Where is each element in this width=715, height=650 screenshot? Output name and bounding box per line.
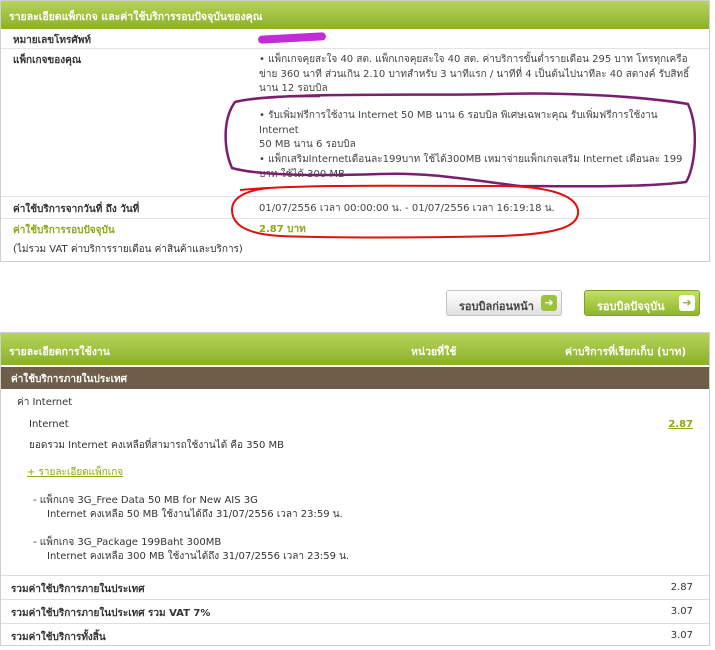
summary-label: รวมค่าใช้บริการทั้งสิ้น: [11, 632, 106, 643]
current-bill-button[interactable]: รอบบิลปัจจุบัน ➜: [584, 290, 700, 316]
internet-remaining-total: ยอดรวม Internet คงเหลือที่สามารถใช้งานได…: [29, 440, 284, 451]
summary-row: รวมค่าใช้บริการภายในประเทศ 2.87: [1, 575, 709, 599]
package-item-name: - แพ็กเกจ 3G_Free Data 50 MB for New AIS…: [33, 495, 258, 506]
promo-internet-300mb: แพ็กเสริมInternetเดือนละ199บาท ใช้ได้300…: [259, 153, 699, 182]
vat-note: (ไม่รวม VAT ค่าบริการรายเดือน ค่าสินค้าแ…: [13, 244, 243, 255]
arrow-right-icon: ➜: [541, 295, 557, 311]
summary-label: รวมค่าใช้บริการภายในประเทศ รวม VAT 7%: [11, 608, 211, 619]
summary-value: 3.07: [670, 606, 693, 617]
phone-row: หมายเลขโทรศัพท์: [1, 29, 709, 49]
header-charge: ค่าบริการที่เรียกเก็บ (บาท): [565, 346, 687, 358]
billing-period-row: ค่าใช้บริการจากวันที่ ถึง วันที่ 01/07/2…: [1, 197, 709, 219]
current-bill-label: รอบบิลปัจจุบัน: [597, 300, 665, 313]
internet-section-title: ค่า Internet: [17, 397, 73, 408]
promo-internet-50mb: รับเพิ่มฟรีการใช้งาน Internet 50 MB นาน …: [259, 109, 699, 153]
summary-row: รวมค่าใช้บริการภายในประเทศ รวม VAT 7% 3.…: [1, 599, 709, 623]
current-charge-row: ค่าใช้บริการรอบปัจจุบัน 2.87 บาท: [1, 219, 709, 239]
summary-value: 3.07: [670, 630, 693, 641]
package-summary-panel: รายละเอียดแพ็กเกจ และค่าใช้บริการรอบปัจจ…: [0, 0, 710, 262]
usage-table-header: รายละเอียดการใช้งาน หน่วยที่ใช้ ค่าบริกา…: [1, 333, 709, 365]
package-item-remaining: Internet คงเหลือ 300 MB ใช้งานได้ถึง 31/…: [47, 551, 350, 562]
package-panel-header: รายละเอียดแพ็กเกจ และค่าใช้บริการรอบปัจจ…: [1, 1, 709, 29]
internet-charge-link[interactable]: 2.87: [668, 419, 693, 430]
header-unit: หน่วยที่ใช้: [411, 346, 457, 358]
summary-row: รวมค่าใช้บริการทั้งสิ้น 3.07: [1, 623, 709, 645]
phone-label: หมายเลขโทรศัพท์: [13, 35, 91, 46]
package-detail-link[interactable]: + รายละเอียดแพ็กเกจ: [27, 465, 123, 480]
promo2-line-2: บาท ใช้ได้ 300 MB: [259, 168, 345, 180]
billing-period-label: ค่าใช้บริการจากวันที่ ถึง วันที่: [13, 204, 140, 215]
internet-item-label: Internet: [29, 419, 69, 430]
package-row: แพ็กเกจของคุณ แพ็กเกจคุยสะใจ 40 สต. แพ็ก…: [1, 49, 709, 197]
promo1-line-1: รับเพิ่มฟรีการใช้งาน Internet 50 MB นาน …: [259, 109, 699, 138]
package-description: แพ็กเกจคุยสะใจ 40 สต. แพ็กเกจคุยสะใจ 40 …: [259, 53, 699, 97]
header-detail: รายละเอียดการใช้งาน: [9, 346, 110, 358]
domestic-section-header: ค่าใช้บริการภายในประเทศ: [1, 367, 709, 389]
package-line-2: ข่าย 360 นาที ส่วนเกิน 2.10 บาทสำหรับ 3 …: [259, 68, 690, 80]
promo1-line-2: 50 MB นาน 6 รอบบิล: [259, 139, 356, 150]
package-item-name: - แพ็กเกจ 3G_Package 199Baht 300MB: [33, 537, 222, 548]
vat-note-row: (ไม่รวม VAT ค่าบริการรายเดือน ค่าสินค้าแ…: [1, 239, 709, 259]
arrow-right-icon: ➜: [679, 295, 695, 311]
current-charge-value: 2.87 บาท: [259, 224, 306, 235]
usage-detail-panel: รายละเอียดการใช้งาน หน่วยที่ใช้ ค่าบริกา…: [0, 332, 710, 646]
summary-label: รวมค่าใช้บริการภายในประเทศ: [11, 584, 145, 595]
promo2-line-1: แพ็กเสริมInternetเดือนละ199บาท ใช้ได้300…: [259, 153, 699, 168]
current-charge-label: ค่าใช้บริการรอบปัจจุบัน: [13, 225, 115, 236]
package-label: แพ็กเกจของคุณ: [13, 55, 82, 66]
package-line-3: นาน 12 รอบบิล: [259, 83, 328, 94]
billing-period-value: 01/07/2556 เวลา 00:00:00 น. - 01/07/2556…: [259, 203, 555, 214]
previous-bill-button[interactable]: รอบบิลก่อนหน้า ➜: [446, 290, 562, 316]
package-item-remaining: Internet คงเหลือ 50 MB ใช้งานได้ถึง 31/0…: [47, 509, 343, 520]
summary-value: 2.87: [670, 582, 693, 593]
previous-bill-label: รอบบิลก่อนหน้า: [459, 300, 534, 313]
package-line-1: แพ็กเกจคุยสะใจ 40 สต. แพ็กเกจคุยสะใจ 40 …: [259, 53, 699, 68]
